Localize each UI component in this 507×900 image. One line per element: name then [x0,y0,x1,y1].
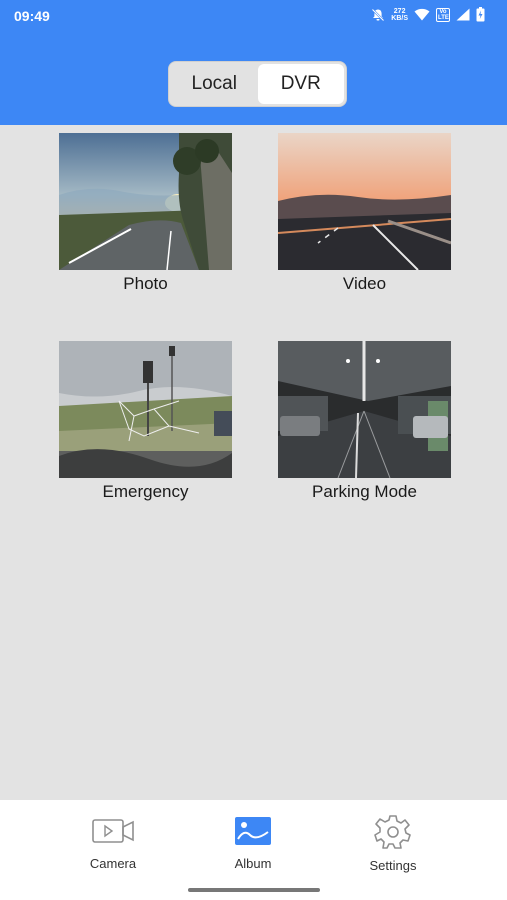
video-thumbnail [278,133,451,270]
parking-mode-thumbnail [278,341,451,478]
tab-dvr[interactable]: DVR [257,64,344,104]
bottom-nav: Camera Album Settings [0,800,507,900]
emergency-thumbnail [59,341,232,478]
nav-camera[interactable]: Camera [58,814,168,871]
home-indicator[interactable] [188,888,320,892]
album-emergency-label: Emergency [102,482,189,501]
album-video[interactable]: Video [278,133,451,294]
nav-settings[interactable]: Settings [338,814,448,873]
app-header: 09:49 272 KB/S Vo LTE Local DVR [0,0,507,125]
album-parking-mode[interactable]: Parking Mode [278,341,451,502]
signal-icon [456,8,470,21]
network-speed: 272 KB/S [391,7,408,22]
wifi-icon [414,8,430,21]
album-photo[interactable]: Photo [59,133,232,294]
album-video-label: Video [342,274,387,293]
album-parking-mode-label: Parking Mode [312,482,417,501]
settings-icon [374,815,411,849]
source-toggle: Local DVR [168,61,347,107]
nav-settings-label: Settings [369,858,417,873]
mute-bell-icon [371,8,385,21]
volte-icon: Vo LTE [436,7,450,22]
camera-icon [92,819,134,843]
album-photo-label: Photo [123,274,168,293]
photo-thumbnail [59,133,232,270]
status-time: 09:49 [14,8,50,24]
album-icon [235,817,271,845]
battery-icon [476,7,485,22]
status-icons: 272 KB/S Vo LTE [371,7,485,22]
album-emergency[interactable]: Emergency [59,341,232,502]
nav-album[interactable]: Album [198,814,308,871]
nav-album-label: Album [234,856,272,871]
nav-camera-label: Camera [89,856,137,871]
tab-local[interactable]: Local [171,64,258,104]
